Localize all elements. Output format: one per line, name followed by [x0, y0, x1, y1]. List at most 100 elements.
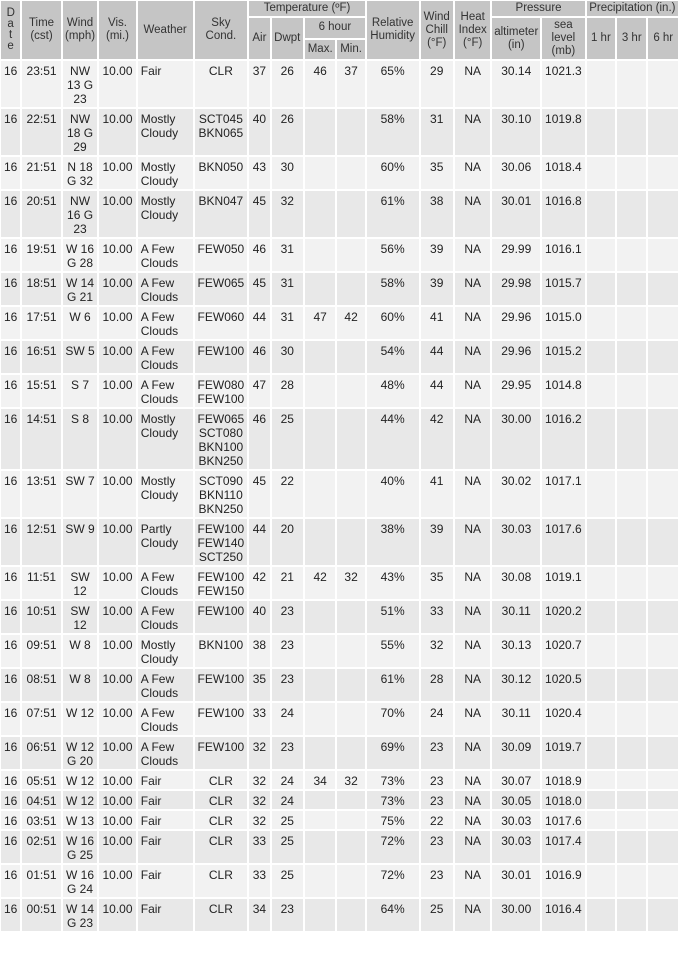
cell-precip-3hr	[617, 899, 647, 931]
sky-layer: FEW080	[197, 378, 245, 392]
cell-wind-chill: 41	[420, 471, 453, 517]
cell-six-hour-max	[304, 273, 336, 305]
sky-layer: CLR	[208, 834, 233, 848]
cell-relative-humidity: 60%	[366, 307, 419, 339]
cell-precip-6hr	[648, 375, 678, 407]
cell-sea-level: 1017.4	[542, 831, 585, 863]
cell-six-hour-min	[337, 831, 365, 863]
cell-relative-humidity: 58%	[366, 273, 419, 305]
cell-sea-level: 1020.7	[542, 635, 585, 667]
cell-six-hour-min	[337, 239, 365, 271]
cell-six-hour-min	[337, 519, 365, 565]
header-six-hour: 6 hour	[304, 18, 365, 38]
cell-wind: W 16 G 25	[62, 831, 98, 863]
table-row: 16 07:51 W 12 10.00 A Few Clouds FEW100 …	[1, 703, 678, 735]
cell-sea-level: 1015.0	[542, 307, 585, 339]
cell-dewpoint: 24	[271, 771, 303, 789]
cell-altimeter: 30.03	[492, 831, 541, 863]
sky-layer: SCT090	[198, 474, 243, 488]
cell-precip-1hr	[586, 771, 616, 789]
cell-dewpoint: 26	[271, 61, 303, 107]
table-row: 16 21:51 N 18 G 32 10.00 Mostly Cloudy B…	[1, 157, 678, 189]
cell-time: 08:51	[22, 669, 61, 701]
cell-visibility: 10.00	[99, 157, 136, 189]
cell-altimeter: 30.12	[492, 669, 541, 701]
cell-date: 16	[1, 109, 21, 155]
cell-precip-6hr	[648, 567, 678, 599]
cell-heat-index: NA	[454, 191, 491, 237]
cell-precip-3hr	[617, 635, 647, 667]
cell-weather: Fair	[137, 865, 193, 897]
cell-weather: Mostly Cloudy	[137, 191, 193, 237]
cell-relative-humidity: 65%	[366, 61, 419, 107]
cell-date: 16	[1, 567, 21, 599]
cell-wind: W 12	[62, 771, 98, 789]
cell-time: 02:51	[22, 831, 61, 863]
cell-time: 16:51	[22, 341, 61, 373]
cell-air-temp: 45	[249, 191, 270, 237]
cell-air-temp: 37	[249, 61, 270, 107]
cell-relative-humidity: 54%	[366, 341, 419, 373]
cell-six-hour-min: 32	[337, 771, 365, 789]
cell-sky-condition: FEW100	[194, 737, 248, 769]
cell-weather: A Few Clouds	[137, 239, 193, 271]
cell-heat-index: NA	[454, 273, 491, 305]
cell-sea-level: 1015.2	[542, 341, 585, 373]
cell-weather: Partly Cloudy	[137, 519, 193, 565]
cell-visibility: 10.00	[99, 341, 136, 373]
cell-dewpoint: 30	[271, 341, 303, 373]
cell-precip-3hr	[617, 771, 647, 789]
cell-six-hour-min	[337, 409, 365, 469]
cell-wind-chill: 39	[420, 239, 453, 271]
cell-wind-chill: 39	[420, 519, 453, 565]
cell-precip-6hr	[648, 239, 678, 271]
cell-sky-condition: FEW060	[194, 307, 248, 339]
cell-sky-condition: FEW065 SCT080 BKN100 BKN250	[194, 409, 248, 469]
cell-sea-level: 1016.9	[542, 865, 585, 897]
cell-wind-chill: 23	[420, 791, 453, 809]
cell-precip-6hr	[648, 791, 678, 809]
cell-visibility: 10.00	[99, 601, 136, 633]
cell-precip-1hr	[586, 375, 616, 407]
header-wind: Wind (mph)	[62, 1, 98, 59]
cell-sky-condition: FEW065	[194, 273, 248, 305]
cell-relative-humidity: 44%	[366, 409, 419, 469]
cell-sea-level: 1018.0	[542, 791, 585, 809]
cell-heat-index: NA	[454, 61, 491, 107]
cell-air-temp: 43	[249, 157, 270, 189]
cell-precip-3hr	[617, 341, 647, 373]
cell-wind-chill: 39	[420, 273, 453, 305]
cell-precip-3hr	[617, 191, 647, 237]
cell-six-hour-min: 37	[337, 61, 365, 107]
header-sea-level: sea level (mb)	[542, 18, 585, 59]
table-row: 16 17:51 W 6 10.00 A Few Clouds FEW060 4…	[1, 307, 678, 339]
sky-layer: FEW150	[197, 584, 245, 598]
cell-air-temp: 35	[249, 669, 270, 701]
cell-six-hour-min	[337, 669, 365, 701]
cell-visibility: 10.00	[99, 635, 136, 667]
cell-visibility: 10.00	[99, 669, 136, 701]
cell-six-hour-min	[337, 703, 365, 735]
cell-wind-chill: 22	[420, 811, 453, 829]
cell-visibility: 10.00	[99, 865, 136, 897]
cell-precip-1hr	[586, 791, 616, 809]
cell-precip-3hr	[617, 791, 647, 809]
header-temperature: Temperature (ºF)	[249, 1, 365, 16]
cell-visibility: 10.00	[99, 737, 136, 769]
header-wind-chill: Wind Chill (°F)	[420, 1, 453, 59]
cell-precip-1hr	[586, 519, 616, 565]
cell-time: 03:51	[22, 811, 61, 829]
cell-wind-chill: 31	[420, 109, 453, 155]
sky-layer: FEW100	[197, 570, 245, 584]
cell-air-temp: 44	[249, 307, 270, 339]
cell-time: 13:51	[22, 471, 61, 517]
cell-wind-chill: 29	[420, 61, 453, 107]
cell-sky-condition: CLR	[194, 61, 248, 107]
cell-time: 15:51	[22, 375, 61, 407]
cell-weather: Fair	[137, 791, 193, 809]
cell-sky-condition: FEW100	[194, 703, 248, 735]
cell-heat-index: NA	[454, 519, 491, 565]
cell-wind: W 12 G 20	[62, 737, 98, 769]
cell-precip-1hr	[586, 307, 616, 339]
cell-sky-condition: BKN100	[194, 635, 248, 667]
